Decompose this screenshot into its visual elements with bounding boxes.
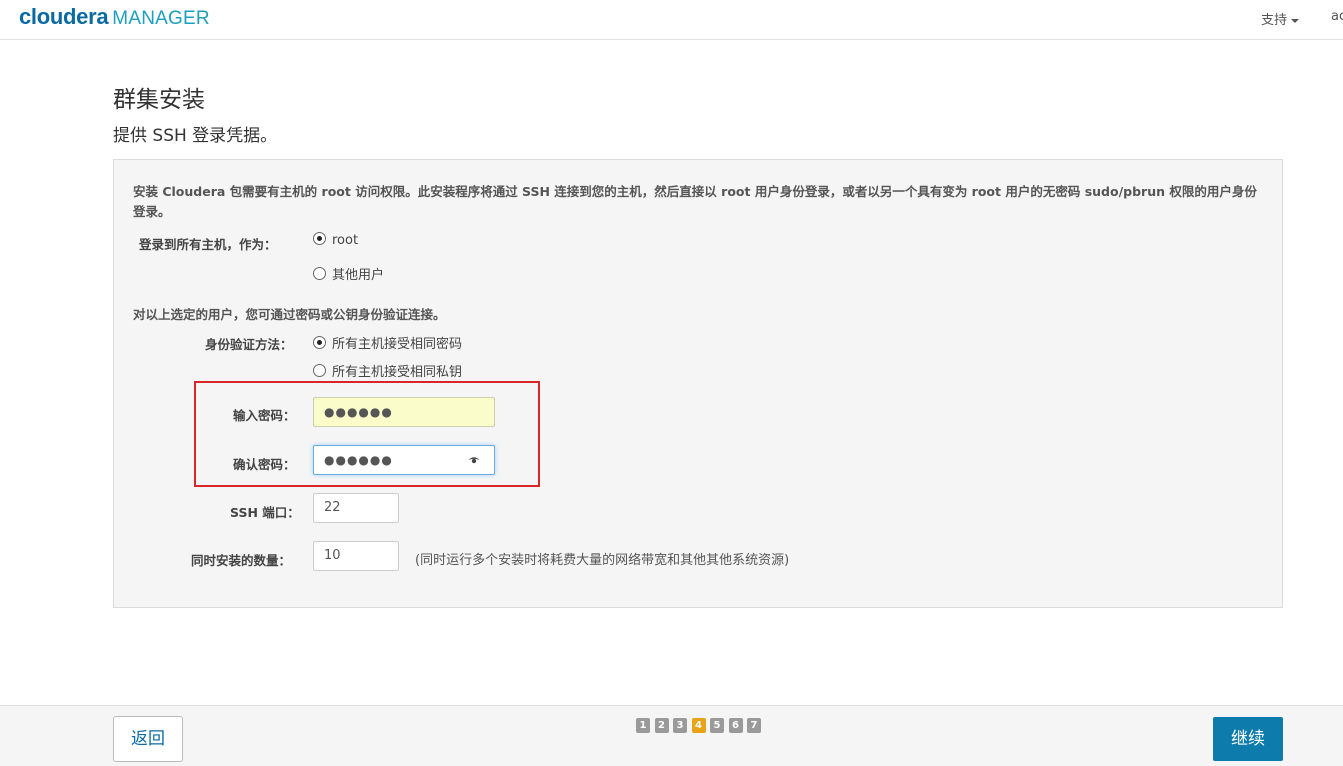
back-button[interactable]: 返回 [113, 716, 183, 762]
radio-auth-password-label: 所有主机接受相同密码 [332, 337, 463, 352]
radio-login-root-label: root [332, 233, 359, 248]
wizard-steps: 1234567 [636, 718, 766, 734]
radio-login-other-user-label: 其他用户 [332, 268, 385, 283]
wizard-footer: 返回 1234567 继续 [0, 705, 1343, 766]
radio-auth-private-key-label: 所有主机接受相同私钥 [332, 365, 463, 380]
ssh-credentials-panel: 安装 Cloudera 包需要有主机的 root 访问权限。此安装程序将通过 S… [113, 159, 1283, 608]
confirm-password-input[interactable]: ●●●●●● [313, 445, 495, 475]
cloudera-manager-logo[interactable]: cloudera MANAGER [19, 3, 210, 31]
top-navbar: cloudera MANAGER 支持 ac [0, 0, 1343, 40]
auth-note: 对以上选定的用户，您可通过密码或公钥身份验证连接。 [133, 307, 446, 322]
page-subtitle: 提供 SSH 登录凭据。 [113, 126, 278, 146]
password-label: 输入密码： [233, 408, 296, 423]
step-5[interactable]: 5 [710, 718, 724, 733]
radio-unchecked-icon [313, 364, 326, 377]
radio-login-root[interactable]: root [313, 232, 358, 248]
radio-unchecked-icon [313, 267, 326, 280]
continue-button[interactable]: 继续 [1213, 717, 1283, 761]
concurrent-installs-label: 同时安装的数量： [191, 553, 292, 568]
confirm-password-label: 确认密码： [233, 457, 296, 472]
ssh-port-input[interactable]: 22 [313, 493, 399, 523]
eye-icon[interactable] [468, 455, 480, 465]
ssh-port-label: SSH 端口： [230, 505, 300, 520]
caret-down-icon [1291, 18, 1300, 23]
page-title: 群集安装 [113, 87, 205, 113]
step-2[interactable]: 2 [654, 718, 669, 733]
step-1[interactable]: 1 [636, 718, 650, 733]
auth-method-label: 身份验证方法： [205, 337, 293, 352]
login-as-label: 登录到所有主机，作为： [139, 237, 277, 252]
password-input[interactable]: ●●●●●● [313, 397, 495, 427]
step-3[interactable]: 3 [673, 718, 687, 733]
concurrent-installs-input[interactable]: 10 [313, 541, 399, 571]
step-6[interactable]: 6 [728, 718, 743, 733]
radio-auth-private-key[interactable]: 所有主机接受相同私钥 [313, 361, 462, 380]
concurrent-installs-hint: (同时运行多个安装时将耗费大量的网络带宽和其他其他系统资源) [415, 553, 790, 568]
step-4-current[interactable]: 4 [691, 718, 706, 733]
radio-checked-icon [313, 232, 326, 245]
logo-brand: cloudera [19, 4, 109, 29]
user-menu[interactable]: ac [1331, 9, 1343, 24]
confirm-password-value: ●●●●●● [324, 453, 393, 467]
radio-auth-password[interactable]: 所有主机接受相同密码 [313, 333, 462, 352]
step-7[interactable]: 7 [747, 718, 761, 733]
radio-checked-icon [313, 336, 326, 349]
intro-text: 安装 Cloudera 包需要有主机的 root 访问权限。此安装程序将通过 S… [133, 184, 1257, 219]
radio-login-other-user[interactable]: 其他用户 [313, 264, 384, 283]
support-menu[interactable]: 支持 [1261, 9, 1300, 28]
support-menu-label: 支持 [1261, 13, 1288, 28]
logo-product: MANAGER [112, 8, 210, 29]
